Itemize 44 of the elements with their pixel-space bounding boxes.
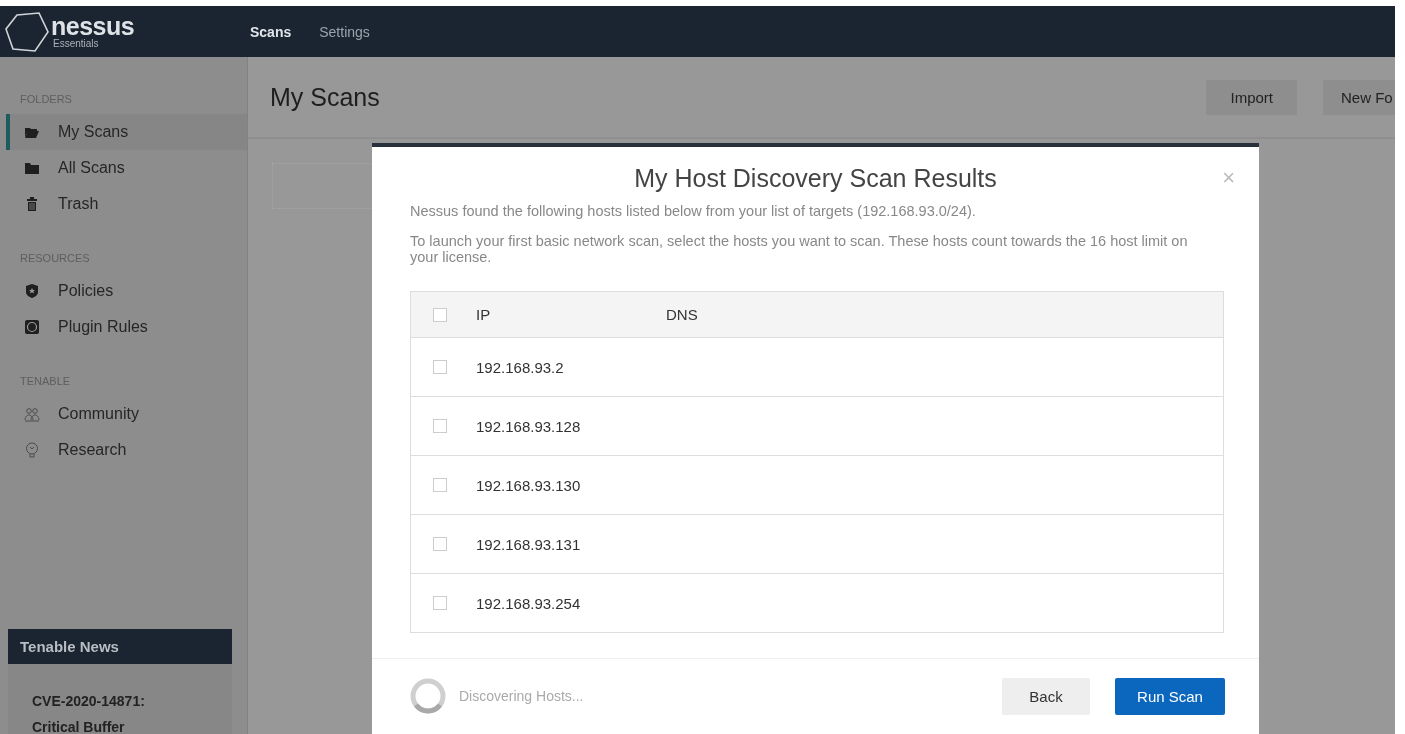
sidebar-item[interactable]: Trash xyxy=(6,186,247,222)
sidebar-item[interactable]: Policies xyxy=(6,273,247,309)
shield-icon xyxy=(24,283,40,299)
page-title: My Scans xyxy=(270,82,381,112)
trash-icon xyxy=(24,196,40,212)
dialog-text: Nessus found the following hosts listed below from your list of targets (192.168.93.0/24). xyxy=(410,203,977,219)
news-header: Tenable News xyxy=(8,629,232,664)
row-checkbox[interactable] xyxy=(433,537,447,551)
row-checkbox[interactable] xyxy=(433,596,447,610)
row-checkbox[interactable] xyxy=(433,478,447,492)
sidebar-item[interactable]: Plugin Rules xyxy=(6,309,247,345)
plug-icon xyxy=(24,319,40,335)
ip-cell-text: 192.168.93.2 xyxy=(476,358,565,376)
people-icon xyxy=(24,406,40,422)
select-all-checkbox[interactable] xyxy=(433,307,447,322)
ip-cell-text: 192.168.93.254 xyxy=(476,594,582,612)
logo-text: nessus xyxy=(51,14,135,39)
toolbar-button[interactable]: Import xyxy=(1206,79,1297,115)
run-scan-button[interactable]: Run Scan xyxy=(1115,677,1225,715)
ip-cell-text: 192.168.93.130 xyxy=(476,476,582,494)
status-text: Discovering Hosts... xyxy=(459,688,584,704)
nav-tab[interactable]: Settings xyxy=(319,23,370,40)
ip-cell-text: 192.168.93.128 xyxy=(476,417,582,435)
toolbar-button[interactable]: New Fo xyxy=(1323,79,1395,115)
back-button[interactable]: Back xyxy=(1002,677,1090,715)
edition-text: Essentials xyxy=(53,39,100,49)
nav-tab[interactable]: Scans xyxy=(250,23,292,40)
row-checkbox[interactable] xyxy=(433,419,447,433)
news-headline[interactable]: Critical Buffer xyxy=(32,714,208,734)
sidebar-item[interactable]: Research xyxy=(6,432,247,468)
bulb-icon xyxy=(24,442,40,458)
dialog-title: My Host Discovery Scan Results xyxy=(634,163,997,193)
ip-cell-text: 192.168.93.131 xyxy=(476,535,582,553)
news-headline[interactable]: CVE-2020-14871: xyxy=(32,688,208,714)
sidebar-item[interactable]: All Scans xyxy=(6,150,247,186)
row-checkbox[interactable] xyxy=(433,360,447,374)
loading-spinner-icon xyxy=(410,678,446,714)
column-header: DNS xyxy=(666,306,698,323)
folder-icon xyxy=(24,160,40,176)
column-header: IP xyxy=(476,306,492,323)
sidebar-item[interactable]: My Scans xyxy=(6,114,247,150)
dialog-text: To launch your first basic network scan, select the hosts you want to scan. These hosts count towards the 16 host limit on your license. xyxy=(410,233,1189,265)
hexagon-logo-icon xyxy=(5,11,49,52)
sidebar-item[interactable]: Community xyxy=(6,396,247,432)
